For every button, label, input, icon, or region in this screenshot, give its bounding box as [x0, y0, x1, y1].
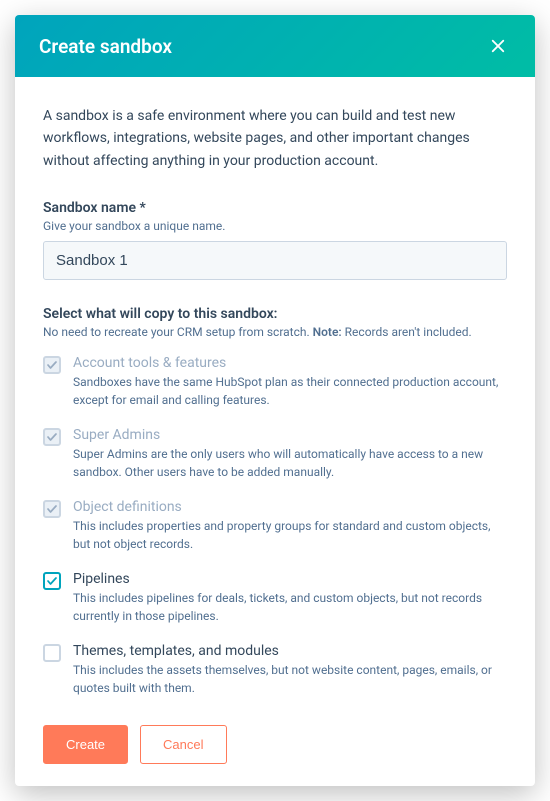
sandbox-name-help: Give your sandbox a unique name.	[43, 219, 507, 233]
option-checkbox[interactable]	[43, 644, 61, 662]
create-sandbox-modal: Create sandbox A sandbox is a safe envir…	[15, 15, 535, 786]
close-button[interactable]	[485, 33, 511, 59]
option-desc: This includes the assets themselves, but…	[73, 661, 507, 697]
option-desc: This includes pipelines for deals, ticke…	[73, 589, 507, 625]
option-desc: This includes properties and property gr…	[73, 517, 507, 553]
cancel-button[interactable]: Cancel	[140, 725, 226, 764]
options-list: Account tools & features Sandboxes have t…	[43, 355, 507, 697]
intro-text: A sandbox is a safe environment where yo…	[43, 105, 507, 172]
sandbox-name-input[interactable]	[43, 241, 507, 280]
sandbox-name-label: Sandbox name *	[43, 200, 507, 216]
option-title: Pipelines	[73, 571, 507, 587]
copy-section-label: Select what will copy to this sandbox:	[43, 306, 507, 322]
check-icon	[46, 503, 58, 515]
modal-footer: Create Cancel	[15, 715, 535, 786]
check-icon	[46, 431, 58, 443]
option-row: Themes, templates, and modules This inclu…	[43, 643, 507, 697]
create-button[interactable]: Create	[43, 725, 128, 764]
option-content: Object definitions This includes properti…	[73, 499, 507, 553]
copy-help-suffix: Records aren't included.	[342, 325, 472, 339]
option-content: Super Admins Super Admins are the only us…	[73, 427, 507, 481]
option-title: Object definitions	[73, 499, 507, 515]
option-title: Themes, templates, and modules	[73, 643, 507, 659]
option-checkbox	[43, 500, 61, 518]
copy-help-prefix: No need to recreate your CRM setup from …	[43, 325, 313, 339]
option-checkbox[interactable]	[43, 572, 61, 590]
option-row: Pipelines This includes pipelines for dea…	[43, 571, 507, 625]
copy-section-help: No need to recreate your CRM setup from …	[43, 325, 507, 339]
check-icon	[46, 359, 58, 371]
option-title: Super Admins	[73, 427, 507, 443]
modal-header: Create sandbox	[15, 15, 535, 77]
option-content: Account tools & features Sandboxes have t…	[73, 355, 507, 409]
option-content: Themes, templates, and modules This inclu…	[73, 643, 507, 697]
copy-help-note: Note:	[313, 325, 342, 339]
option-checkbox	[43, 356, 61, 374]
option-desc: Sandboxes have the same HubSpot plan as …	[73, 373, 507, 409]
close-icon	[489, 37, 507, 55]
modal-title: Create sandbox	[39, 35, 172, 58]
check-icon	[46, 575, 58, 587]
option-checkbox	[43, 428, 61, 446]
option-row: Account tools & features Sandboxes have t…	[43, 355, 507, 409]
option-title: Account tools & features	[73, 355, 507, 371]
option-desc: Super Admins are the only users who will…	[73, 445, 507, 481]
option-content: Pipelines This includes pipelines for dea…	[73, 571, 507, 625]
option-row: Object definitions This includes properti…	[43, 499, 507, 553]
option-row: Super Admins Super Admins are the only us…	[43, 427, 507, 481]
modal-body: A sandbox is a safe environment where yo…	[15, 77, 535, 697]
